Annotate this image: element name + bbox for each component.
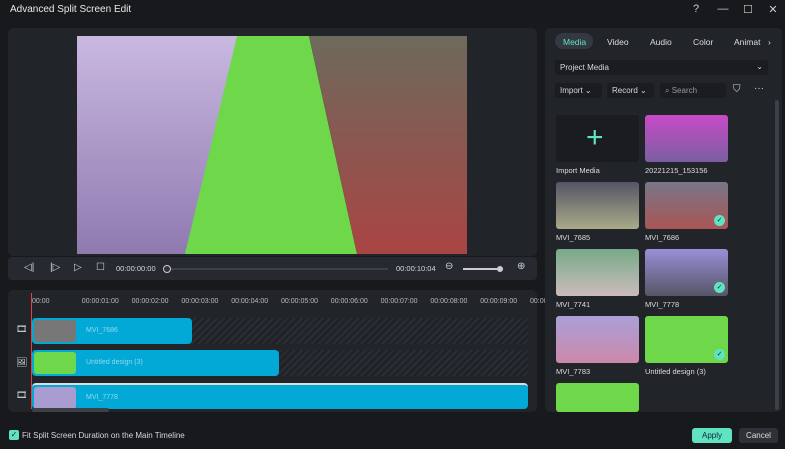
media-item[interactable]: ✓	[645, 316, 728, 363]
fit-duration-checkbox[interactable]: ✓	[9, 430, 19, 440]
tab-color[interactable]: Color	[693, 37, 713, 47]
timeline-clip[interactable]: MVI_7778	[32, 383, 528, 409]
media-item[interactable]: ✓	[645, 249, 728, 296]
search-input[interactable]: ⌕ Search	[660, 83, 726, 98]
media-item[interactable]: ✓	[645, 182, 728, 229]
ruler-label: 00:00	[32, 298, 50, 305]
ruler-label: 00:00:07:00	[380, 298, 418, 305]
record-button[interactable]: Record ⌄	[607, 83, 654, 98]
import-media-button[interactable]: +	[556, 115, 639, 162]
media-scrollbar[interactable]	[775, 100, 779, 410]
seek-bar[interactable]	[163, 265, 388, 273]
help-icon[interactable]: ?	[689, 3, 703, 15]
prev-frame-icon[interactable]: ◁|	[24, 262, 34, 273]
zoom-in-icon[interactable]: ⊕	[517, 261, 525, 272]
ruler-label: 00:00:08:00	[430, 298, 468, 305]
maximize-icon[interactable]: ☐	[741, 3, 755, 16]
folder-select[interactable]: Project Media ⌄	[555, 60, 768, 75]
player-controls: ◁| |▷ ▷ ☐ 00:00:00:00 00:00:10:04 ⊖ ⊕	[8, 257, 537, 280]
media-item-label: MVI_7685	[556, 233, 591, 242]
duration: 00:00:10:04	[396, 264, 436, 273]
window-title: Advanced Split Screen Edit	[10, 4, 132, 15]
media-item-label: 20221215_153156	[645, 166, 708, 175]
video-track-icon: 🎞	[16, 324, 28, 334]
zoom-out-icon[interactable]: ⊖	[445, 261, 453, 272]
next-frame-icon[interactable]: |▷	[50, 262, 60, 273]
split-preview	[77, 36, 467, 254]
media-item-label: Untitled design (3)	[645, 367, 706, 376]
check-icon: ✓	[714, 215, 725, 226]
check-icon: ✓	[714, 282, 725, 293]
time-ruler[interactable]: 00:00 00:00:01:00 00:00:02:00 00:00:03:00 00…	[8, 290, 557, 316]
timeline-scrollbar[interactable]	[32, 408, 109, 412]
media-item[interactable]	[645, 115, 728, 162]
fit-duration-label: Fit Split Screen Duration on the Main Ti…	[22, 431, 185, 440]
check-icon: ✓	[714, 349, 725, 360]
timeline-clip[interactable]: Untitled design (3)	[32, 350, 279, 376]
cancel-button[interactable]: Cancel	[739, 428, 778, 443]
filter-icon[interactable]: ⛉	[733, 84, 741, 95]
stop-icon[interactable]: ☐	[96, 262, 105, 273]
chevron-down-icon: ⌄	[756, 62, 763, 71]
plus-icon: +	[586, 121, 604, 154]
play-icon[interactable]: ▷	[74, 262, 82, 273]
tab-audio[interactable]: Audio	[650, 37, 672, 47]
chevron-right-icon[interactable]: ›	[768, 37, 771, 47]
tab-video[interactable]: Video	[607, 37, 629, 47]
media-item[interactable]	[556, 383, 639, 412]
more-icon[interactable]: ···	[754, 83, 764, 94]
current-time: 00:00:00:00	[116, 264, 156, 273]
media-item-label: MVI_7741	[556, 300, 591, 309]
media-item[interactable]	[556, 249, 639, 296]
seek-handle[interactable]	[163, 265, 171, 273]
apply-button[interactable]: Apply	[692, 428, 732, 443]
tab-animation[interactable]: Animat	[734, 37, 760, 47]
ruler-label: 00:00:09:00	[480, 298, 518, 305]
media-item[interactable]	[556, 182, 639, 229]
video-track-icon: 🎞	[16, 390, 28, 400]
ruler-label: 00:00:03:00	[181, 298, 219, 305]
media-item-label: MVI_7778	[645, 300, 680, 309]
import-button[interactable]: Import ⌄	[555, 83, 602, 98]
ruler-label: 00:00:01:00	[81, 298, 119, 305]
ruler-label: 00:00:06:00	[330, 298, 368, 305]
minimize-icon[interactable]: —	[716, 3, 730, 15]
media-item[interactable]	[556, 316, 639, 363]
ruler-label: 00:00:04:00	[231, 298, 269, 305]
zoom-slider[interactable]	[463, 266, 503, 272]
media-item-label: MVI_7686	[645, 233, 680, 242]
ruler-label: 00:00:02:00	[131, 298, 169, 305]
image-track-icon: 🖼	[16, 357, 28, 367]
close-icon[interactable]: ✕	[766, 3, 780, 16]
tab-media[interactable]: Media	[563, 37, 586, 47]
media-item-label: MVI_7783	[556, 367, 591, 376]
ruler-label: 00:00:05:00	[281, 298, 318, 305]
media-item-label: Import Media	[556, 166, 600, 175]
search-icon: ⌕	[665, 86, 670, 95]
timeline-clip[interactable]: MVI_7686	[32, 318, 192, 344]
